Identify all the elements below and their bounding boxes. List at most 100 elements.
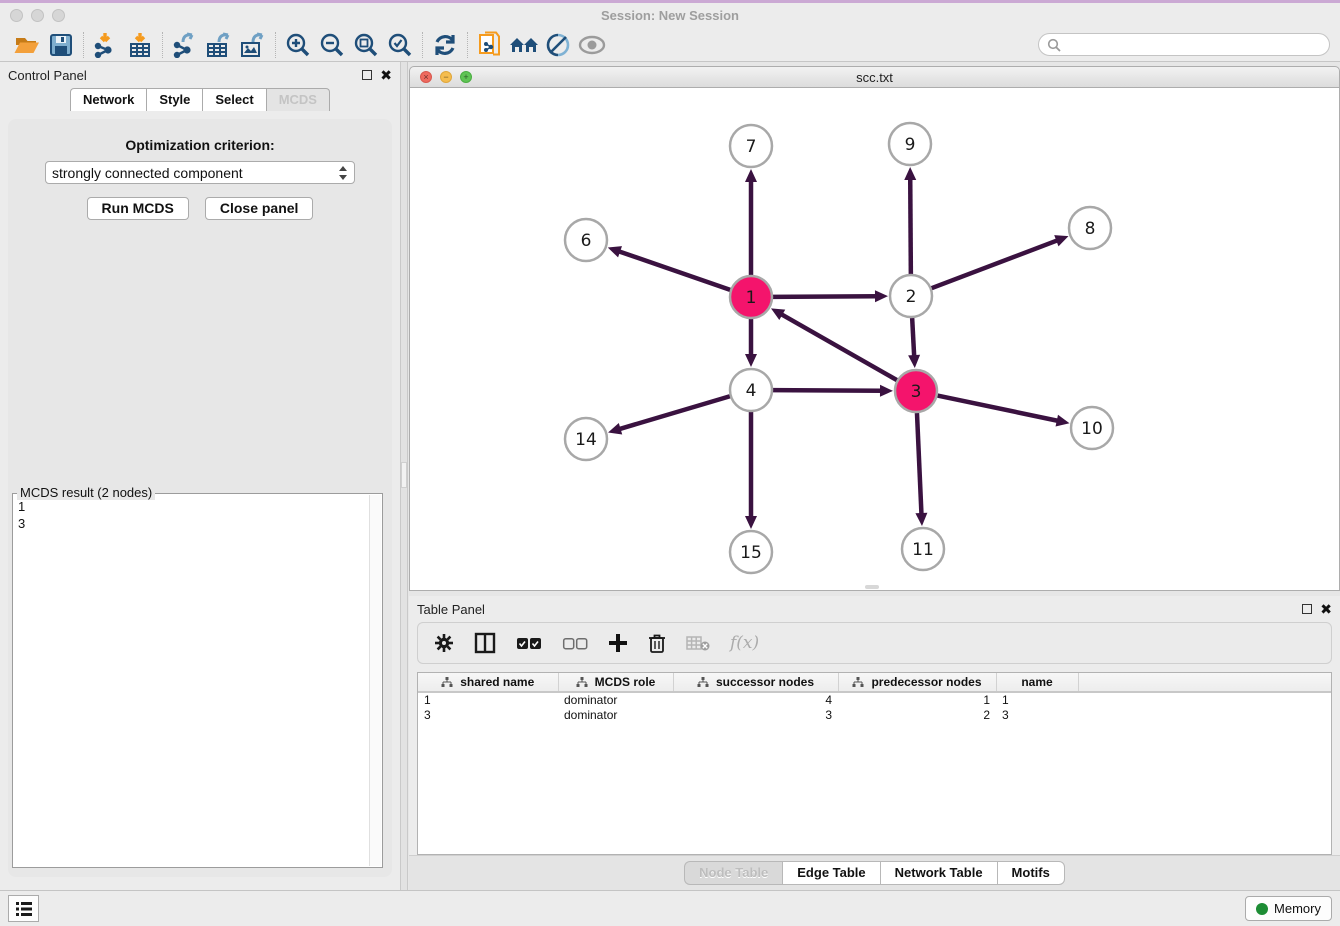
task-history-button[interactable] — [8, 895, 39, 922]
canvas-resize-grip[interactable] — [865, 585, 879, 589]
tab-motifs[interactable]: Motifs — [997, 861, 1065, 885]
columns-icon — [474, 632, 496, 654]
column-header-predecessor-nodes[interactable]: predecessor nodes — [838, 673, 996, 692]
search-icon — [1047, 38, 1061, 52]
tab-style[interactable]: Style — [146, 88, 202, 111]
column-header-successor-nodes[interactable]: successor nodes — [673, 673, 838, 692]
panel-divider[interactable] — [400, 62, 408, 890]
run-mcds-button[interactable]: Run MCDS — [87, 197, 189, 220]
show-eye-button[interactable] — [575, 31, 609, 59]
close-panel-button[interactable]: Close panel — [205, 197, 314, 220]
optimization-criterion-label: Optimization criterion: — [8, 137, 392, 153]
mcds-result-line: 3 — [18, 515, 365, 532]
zoom-out-button[interactable] — [315, 31, 349, 59]
cell-predecessor-nodes[interactable]: 1 — [838, 692, 996, 708]
show-columns-button[interactable] — [474, 632, 496, 654]
zoom-selected-icon — [387, 32, 413, 58]
criterion-select[interactable]: strongly connected component — [45, 161, 355, 184]
zoom-selected-button[interactable] — [383, 31, 417, 59]
control-panel-tabs: NetworkStyleSelectMCDS — [0, 88, 400, 111]
select-all-button[interactable] — [516, 637, 542, 650]
export-image-button[interactable] — [236, 31, 270, 59]
node-label-10: 10 — [1081, 419, 1103, 439]
edge-2-9[interactable] — [910, 178, 911, 274]
node-table[interactable]: shared nameMCDS rolesuccessor nodesprede… — [417, 672, 1332, 855]
tab-network[interactable]: Network — [70, 88, 146, 111]
tab-network-table[interactable]: Network Table — [880, 861, 997, 885]
network-canvas[interactable]: 7968124314101511 — [409, 88, 1340, 591]
edge-1-6[interactable] — [618, 251, 730, 290]
cell-shared-name[interactable]: 1 — [418, 692, 558, 708]
open-session-button[interactable] — [10, 31, 44, 59]
edge-3-10[interactable] — [938, 396, 1059, 421]
create-column-button[interactable] — [608, 633, 628, 653]
export-table-button[interactable] — [202, 31, 236, 59]
plus-icon — [608, 633, 628, 653]
tab-node-table[interactable]: Node Table — [684, 861, 782, 885]
result-scrollbar[interactable] — [369, 495, 381, 866]
criterion-selected-value: strongly connected component — [52, 165, 338, 181]
column-header-MCDS-role[interactable]: MCDS role — [558, 673, 673, 692]
window-title: Session: New Session — [0, 8, 1340, 23]
table-row[interactable]: 3dominator323 — [418, 708, 1331, 724]
cell-successor-nodes[interactable]: 3 — [673, 708, 838, 724]
search-box[interactable] — [1038, 33, 1330, 56]
zoom-fit-button[interactable] — [349, 31, 383, 59]
edge-arrow-4-14 — [608, 423, 622, 435]
zoom-in-button[interactable] — [281, 31, 315, 59]
refresh-layout-button[interactable] — [428, 31, 462, 59]
tab-edge-table[interactable]: Edge Table — [782, 861, 879, 885]
delete-column-button[interactable] — [648, 633, 666, 654]
edge-3-1[interactable] — [781, 314, 897, 380]
hide-graphics-details-button[interactable] — [541, 31, 575, 59]
cell-successor-nodes[interactable]: 4 — [673, 692, 838, 708]
tab-select[interactable]: Select — [202, 88, 265, 111]
edge-arrow-1-6 — [608, 246, 622, 257]
cell-name[interactable]: 1 — [996, 692, 1078, 708]
search-input[interactable] — [1066, 38, 1321, 52]
import-network-button[interactable] — [89, 31, 123, 59]
shared-column-icon — [852, 677, 864, 688]
cell-MCDS-role[interactable]: dominator — [558, 692, 673, 708]
memory-button[interactable]: Memory — [1245, 896, 1332, 921]
edge-2-8[interactable] — [932, 240, 1059, 288]
node-label-2: 2 — [906, 287, 917, 307]
edge-arrow-3-11 — [915, 513, 927, 526]
first-neighbors-button[interactable] — [507, 31, 541, 59]
table-tabs-row: Node TableEdge TableNetwork TableMotifs — [409, 855, 1340, 890]
cell-MCDS-role[interactable]: dominator — [558, 708, 673, 724]
save-session-button[interactable] — [44, 31, 78, 59]
cell-shared-name[interactable]: 3 — [418, 708, 558, 724]
node-label-14: 14 — [575, 430, 597, 450]
float-panel-icon[interactable] — [1302, 604, 1312, 614]
edge-arrow-2-9 — [904, 167, 916, 180]
table-settings-button[interactable] — [434, 633, 454, 653]
import-table-button[interactable] — [123, 31, 157, 59]
mcds-pane: Optimization criterion: strongly connect… — [8, 119, 392, 877]
export-network-button[interactable] — [168, 31, 202, 59]
column-header-name[interactable]: name — [996, 673, 1078, 692]
close-panel-icon[interactable]: ✖ — [1320, 602, 1332, 616]
network-graph[interactable]: 7968124314101511 — [410, 88, 1339, 589]
mcds-result-list[interactable]: 13 — [14, 495, 369, 866]
cell-name[interactable]: 3 — [996, 708, 1078, 724]
tab-mcds[interactable]: MCDS — [266, 88, 330, 111]
edge-3-11[interactable] — [917, 413, 922, 515]
new-network-from-selection-button[interactable] — [473, 31, 507, 59]
edge-1-2[interactable] — [773, 296, 877, 297]
gear-icon — [434, 633, 454, 653]
node-label-3: 3 — [911, 382, 922, 402]
edge-4-3[interactable] — [773, 390, 882, 391]
cell-predecessor-nodes[interactable]: 2 — [838, 708, 996, 724]
column-header-shared-name[interactable]: shared name — [418, 673, 558, 692]
export-network-icon — [171, 32, 199, 58]
select-chevrons-icon — [338, 165, 348, 181]
table-row[interactable]: 1dominator411 — [418, 692, 1331, 708]
divider-grip[interactable] — [401, 462, 407, 488]
close-panel-icon[interactable]: ✖ — [380, 68, 392, 82]
edge-4-14[interactable] — [619, 396, 730, 429]
main-toolbar — [0, 28, 1340, 62]
edge-2-3[interactable] — [912, 318, 914, 357]
float-panel-icon[interactable] — [362, 70, 372, 80]
deselect-all-button[interactable] — [562, 637, 588, 650]
